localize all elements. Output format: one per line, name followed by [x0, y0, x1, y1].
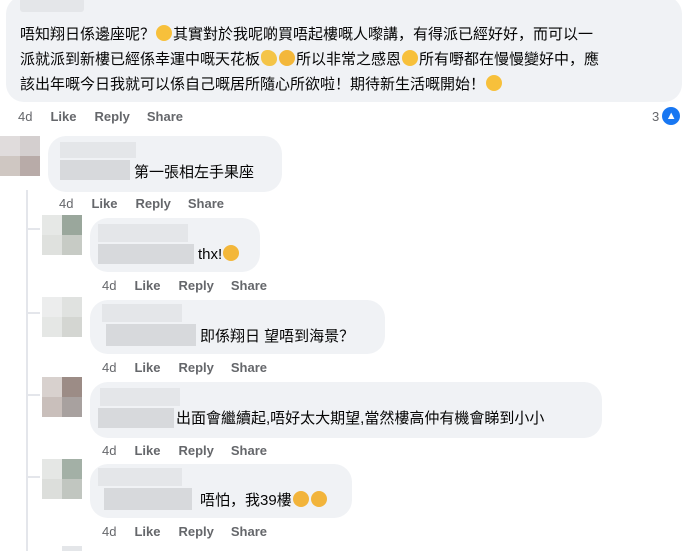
- blurred-author-name: [104, 488, 192, 510]
- reply-button[interactable]: Reply: [178, 443, 213, 458]
- smiling-face-icon: [223, 245, 240, 261]
- branch-connector: [26, 312, 40, 314]
- blurred-author-name: [102, 304, 182, 322]
- reaction-summary[interactable]: 3 ▲: [652, 107, 681, 125]
- share-button[interactable]: Share: [147, 109, 183, 124]
- blurred-author-name: [60, 160, 130, 180]
- comment-timestamp[interactable]: 4d: [102, 443, 116, 458]
- thread-connector: [26, 190, 28, 551]
- share-button[interactable]: Share: [231, 360, 267, 375]
- comment-timestamp[interactable]: 4d: [102, 360, 116, 375]
- blurred-author-name: [60, 142, 136, 158]
- screaming-face-icon: [292, 491, 309, 507]
- like-button[interactable]: Like: [134, 278, 160, 293]
- reply-text: 唔怕，我39樓: [200, 488, 328, 514]
- reply-bubble: 第一張相左手果座: [48, 136, 282, 192]
- comment-timestamp[interactable]: 4d: [102, 278, 116, 293]
- comment-timestamp[interactable]: 4d: [102, 524, 116, 539]
- blurred-author-name: [106, 324, 196, 346]
- like-button[interactable]: Like: [91, 196, 117, 211]
- reply-bubble: 即係翔日 望唔到海景？: [90, 300, 385, 354]
- blurred-author-name: [98, 244, 194, 264]
- branch-connector: [26, 228, 40, 230]
- reply-text: 第一張相左手果座: [134, 164, 255, 181]
- reply-button[interactable]: Reply: [135, 196, 170, 211]
- branch-connector: [26, 394, 40, 396]
- share-button[interactable]: Share: [231, 278, 267, 293]
- main-comment-bubble: 唔知翔日係邊座呢？ 其實對於我呢啲買唔起樓嘅人嚟講，有得派已經好好，而可以一 派就…: [6, 0, 682, 102]
- avatar[interactable]: [0, 136, 40, 176]
- blurred-author-name: [98, 468, 182, 486]
- reply-bubble: 唔怕，我39樓: [90, 464, 352, 518]
- main-comment-line-1: 唔知翔日係邊座呢？ 其實對於我呢啲買唔起樓嘅人嚟講，有得派已經好好，而可以一: [20, 25, 594, 43]
- reply-actions: 4d Like Reply Share: [102, 524, 267, 539]
- like-button[interactable]: Like: [134, 360, 160, 375]
- reply-actions: 4d Like Reply Share: [102, 360, 267, 375]
- main-comment-actions: 4d Like Reply Share: [18, 109, 183, 124]
- reply-button[interactable]: Reply: [178, 524, 213, 539]
- reply-actions: 4d Like Reply Share: [59, 196, 224, 211]
- avatar[interactable]: [62, 546, 82, 551]
- share-button[interactable]: Share: [231, 524, 267, 539]
- like-button[interactable]: Like: [134, 443, 160, 458]
- screaming-face-icon: [310, 491, 327, 507]
- blurred-author-name: [100, 388, 180, 406]
- reply-text: thx!: [198, 242, 240, 268]
- branch-connector: [26, 476, 40, 478]
- smiling-face-icon: [279, 50, 296, 66]
- reply-button[interactable]: Reply: [94, 109, 129, 124]
- like-button[interactable]: Like: [134, 524, 160, 539]
- avatar[interactable]: [42, 215, 82, 255]
- share-button[interactable]: Share: [188, 196, 224, 211]
- main-comment-line-2: 派就派到新樓已經係幸運中嘅天花板 所以非常之感恩 所有嘢都在慢慢變好中，應: [20, 50, 600, 68]
- reply-bubble: thx!: [90, 218, 260, 272]
- avatar[interactable]: [42, 297, 82, 337]
- reply-bubble: 出面會繼續起,唔好太大期望,當然樓高仲有機會睇到小小: [90, 382, 602, 438]
- main-comment-line-3: 該出年嘅今日我就可以係自己嘅居所隨心所欲啦！期待新生活嘅開始！: [20, 72, 503, 98]
- reply-actions: 4d Like Reply Share: [102, 278, 267, 293]
- avatar[interactable]: [42, 377, 82, 417]
- like-button[interactable]: Like: [50, 109, 76, 124]
- reply-actions: 4d Like Reply Share: [102, 443, 267, 458]
- blurred-author-name: [98, 408, 174, 428]
- share-button[interactable]: Share: [231, 443, 267, 458]
- relieved-face-icon: [402, 50, 419, 66]
- smiling-face-icon: [156, 25, 173, 41]
- relieved-face-icon: [486, 75, 503, 91]
- reaction-count: 3: [652, 108, 660, 124]
- reply-button[interactable]: Reply: [178, 278, 213, 293]
- clapping-hands-icon: [261, 50, 278, 66]
- blurred-author-name: [20, 0, 84, 12]
- avatar[interactable]: [42, 459, 82, 499]
- reply-text: 出面會繼續起,唔好太大期望,當然樓高仲有機會睇到小小: [176, 410, 545, 427]
- comment-timestamp[interactable]: 4d: [18, 109, 32, 124]
- blurred-author-name: [98, 224, 188, 242]
- reply-button[interactable]: Reply: [178, 360, 213, 375]
- reply-text: 即係翔日 望唔到海景？: [200, 328, 355, 345]
- comment-timestamp[interactable]: 4d: [59, 196, 73, 211]
- thumbs-up-icon: ▲: [662, 107, 681, 125]
